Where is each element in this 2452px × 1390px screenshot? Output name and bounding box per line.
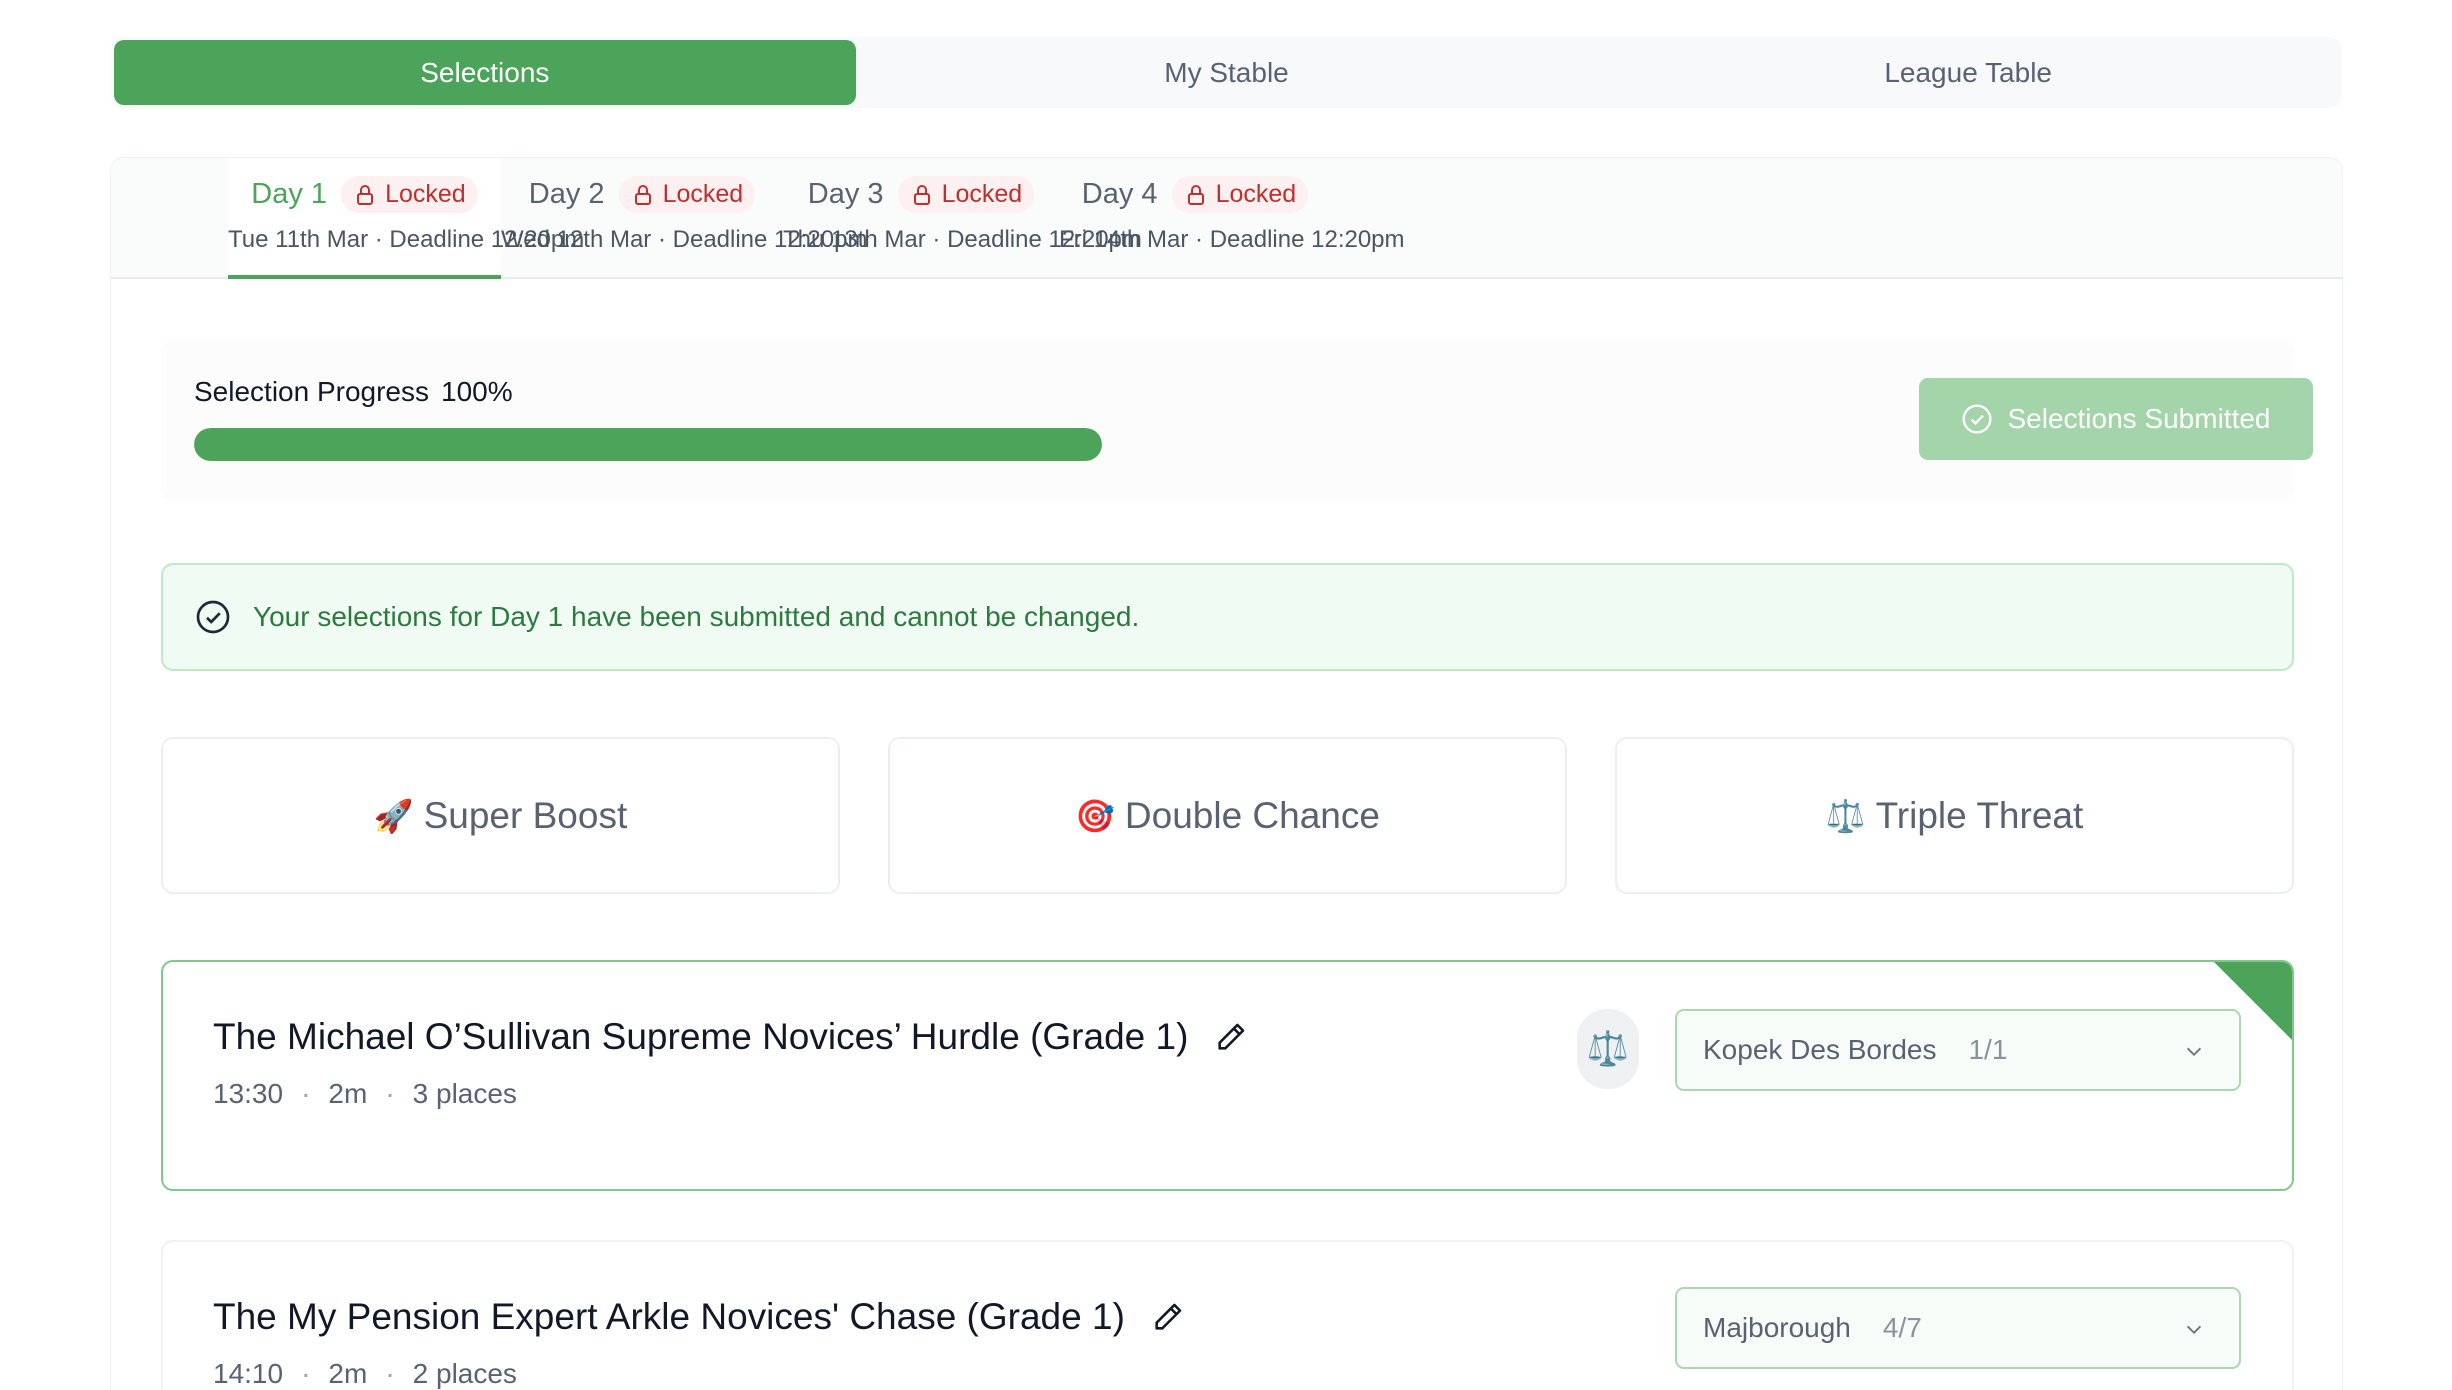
check-circle-icon (1962, 404, 1993, 434)
race-time: 13:30 (213, 1078, 284, 1109)
horse-odds: 1/1 (1968, 1034, 2008, 1065)
boost-triple-threat[interactable]: ⚖️ Triple Threat (1615, 737, 2294, 894)
locked-badge: Locked (897, 176, 1035, 213)
horse-select[interactable]: Majborough 4/7 (1675, 1287, 2241, 1369)
race-card: The Michael O’Sullivan Supreme Novices’ … (161, 960, 2294, 1191)
day-name: Day 1 (251, 178, 328, 210)
day-name: Day 3 (807, 178, 884, 210)
horse-name: Majborough (1703, 1312, 1851, 1343)
race-distance: 2m (328, 1078, 368, 1109)
day-tab-4[interactable]: Day 4 Locked Fri 14th Mar · Deadline 12:… (1059, 158, 1405, 279)
progress-panel: Selection Progress 100% Selections Submit… (161, 340, 2313, 500)
race-card: The My Pension Expert Arkle Novices' Cha… (161, 1240, 2294, 1390)
tab-selections[interactable]: Selections (114, 40, 856, 105)
alert-text: Your selections for Day 1 have been subm… (253, 601, 1140, 632)
day-tab-1[interactable]: Day 1 Locked Tue 11th Mar · Deadline 12:… (228, 158, 585, 279)
selections-submitted-button[interactable]: Selections Submitted (1919, 378, 2313, 460)
race-places: 2 places (412, 1358, 517, 1389)
race-distance: 2m (328, 1358, 368, 1389)
boost-label: Double Chance (1124, 794, 1380, 836)
lock-icon (357, 184, 374, 205)
race-title: The My Pension Expert Arkle Novices' Cha… (213, 1296, 1185, 1338)
day-tabs: Day 1 Locked Tue 11th Mar · Deadline 12:… (111, 158, 2342, 279)
submitted-label: Selections Submitted (2007, 403, 2271, 434)
locked-label: Locked (662, 180, 744, 208)
locked-badge: Locked (618, 176, 756, 213)
race-time: 14:10 (213, 1358, 284, 1389)
main-tabs: Selections My Stable League Table (111, 37, 2342, 108)
target-icon: 🎯 (1075, 797, 1115, 834)
check-circle-icon (196, 600, 230, 634)
progress-fill (194, 428, 1102, 461)
lock-icon (1187, 184, 1204, 205)
boost-label: Super Boost (423, 794, 628, 836)
scales-icon: ⚖️ (1577, 1009, 1639, 1089)
day-deadline: Fri 14th Mar · Deadline 12:20pm (1059, 226, 1405, 253)
race-meta: 13:30 · 2m · 3 places (213, 1078, 517, 1109)
chevron-down-icon (2186, 1325, 2202, 1335)
race-places: 3 places (412, 1078, 517, 1109)
day-tab-3[interactable]: Day 3 Locked Thu 13th Mar · Deadline 12:… (783, 158, 1142, 279)
lock-icon (634, 184, 651, 205)
horse-select[interactable]: Kopek Des Bordes 1/1 (1675, 1009, 2241, 1091)
progress-bar (194, 428, 1102, 461)
boost-double-chance[interactable]: 🎯 Double Chance (888, 737, 1567, 894)
horse-name: Kopek Des Bordes (1703, 1034, 1937, 1065)
boost-super-boost[interactable]: 🚀 Super Boost (161, 737, 840, 894)
day-name: Day 2 (528, 178, 605, 210)
day-deadline: Tue 11th Mar · Deadline 12:20pm (228, 226, 585, 253)
pencil-icon[interactable] (1151, 1300, 1185, 1334)
horse-odds: 4/7 (1882, 1312, 1922, 1343)
selections-panel: Day 1 Locked Tue 11th Mar · Deadline 12:… (110, 157, 2343, 1390)
day-deadline: Wed 12th Mar · Deadline 12:20pm (501, 226, 868, 253)
race-title: The Michael O’Sullivan Supreme Novices’ … (213, 1016, 1248, 1058)
pencil-icon[interactable] (1214, 1020, 1248, 1054)
race-meta: 14:10 · 2m · 2 places (213, 1358, 517, 1389)
chevron-down-icon (2186, 1047, 2202, 1057)
day-tab-2[interactable]: Day 2 Locked Wed 12th Mar · Deadline 12:… (501, 158, 868, 279)
tab-league-table[interactable]: League Table (1597, 40, 2339, 105)
boost-label: Triple Threat (1875, 794, 2084, 836)
day-name: Day 4 (1081, 178, 1158, 210)
tab-my-stable[interactable]: My Stable (856, 40, 1598, 105)
progress-label: Selection Progress 100% (194, 376, 513, 407)
locked-badge: Locked (341, 176, 478, 213)
rocket-icon: 🚀 (373, 797, 414, 834)
submitted-alert: Your selections for Day 1 have been subm… (161, 563, 2294, 671)
lock-icon (913, 184, 930, 205)
locked-label: Locked (941, 180, 1023, 208)
locked-label: Locked (385, 180, 466, 208)
progress-percent: 100% (441, 376, 513, 407)
locked-badge: Locked (1171, 176, 1309, 213)
locked-label: Locked (1215, 180, 1297, 208)
day-deadline: Thu 13th Mar · Deadline 12:20pm (783, 226, 1142, 253)
scales-icon: ⚖️ (1825, 797, 1866, 834)
